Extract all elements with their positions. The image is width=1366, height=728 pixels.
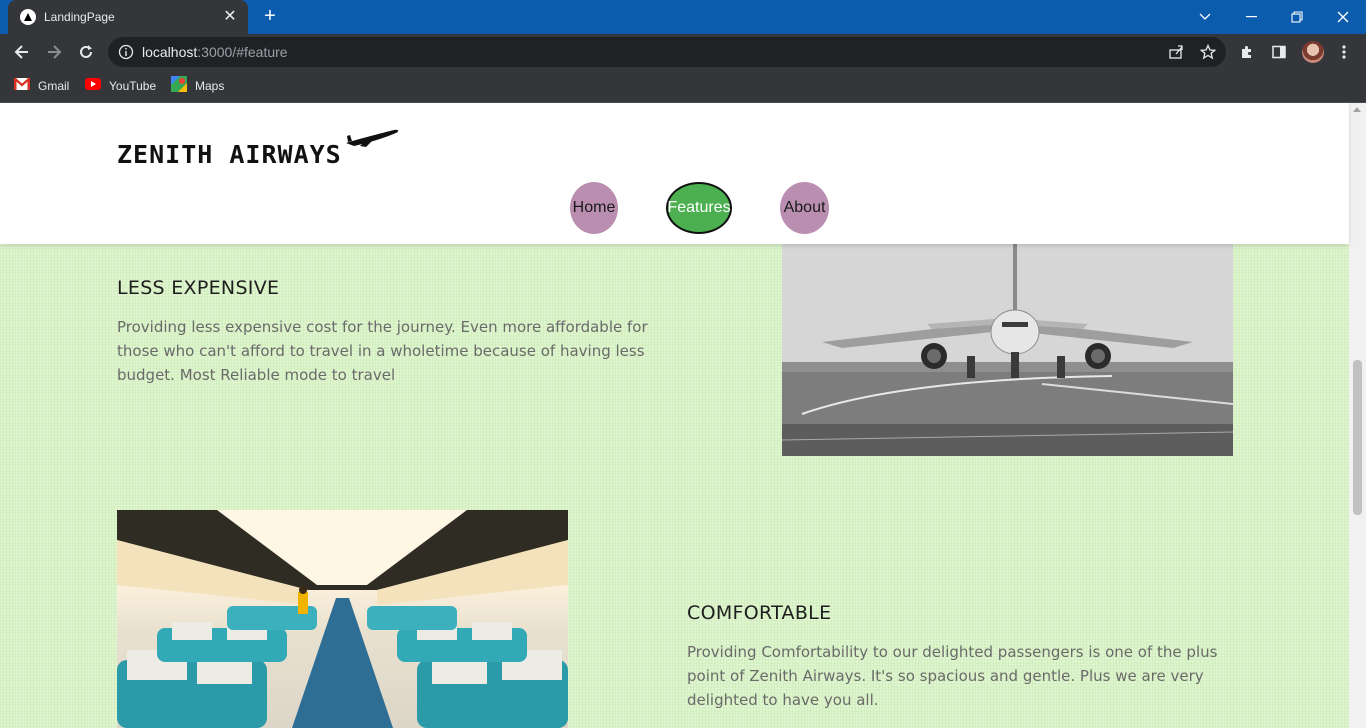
- tab-title: LandingPage: [44, 10, 115, 24]
- site-info-icon[interactable]: [118, 44, 134, 60]
- site-header: ZENITH AIRWAYS Home Features About: [0, 103, 1349, 244]
- back-arrow-icon[interactable]: [10, 40, 34, 64]
- bookmarks-bar: Gmail YouTube Maps: [0, 70, 1366, 103]
- bookmark-maps[interactable]: Maps: [171, 75, 224, 97]
- reload-icon[interactable]: [74, 40, 98, 64]
- feature-heading: COMFORTABLE: [687, 602, 832, 624]
- gmail-icon: [13, 77, 31, 95]
- menu-kebab-icon[interactable]: [1334, 42, 1354, 62]
- site-logo[interactable]: ZENITH AIRWAYS: [117, 140, 342, 169]
- close-window-icon[interactable]: [1320, 0, 1366, 34]
- aircraft-cabin-interior-photo: [117, 510, 568, 728]
- feature-heading: LESS EXPENSIVE: [117, 277, 280, 299]
- restore-icon[interactable]: [1274, 0, 1320, 34]
- side-panel-icon[interactable]: [1269, 42, 1289, 62]
- feature-description: Providing Comfortability to our delighte…: [687, 643, 1218, 709]
- browser-tab[interactable]: LandingPage ✕: [8, 0, 248, 34]
- scrollbar-thumb[interactable]: [1353, 360, 1362, 515]
- nav-home-link[interactable]: Home: [570, 182, 618, 234]
- airplane-logo-icon: [346, 129, 399, 147]
- page-scrollbar[interactable]: [1349, 103, 1366, 728]
- profile-avatar[interactable]: [1302, 41, 1324, 63]
- nav-about-link[interactable]: About: [780, 182, 829, 234]
- browser-toolbar: localhost:3000/#feature: [0, 34, 1366, 70]
- tab-search-chevron-icon[interactable]: [1182, 0, 1228, 34]
- bookmark-gmail[interactable]: Gmail: [13, 77, 69, 95]
- bookmark-youtube[interactable]: YouTube: [85, 77, 156, 95]
- address-bar[interactable]: localhost:3000/#feature: [108, 37, 1226, 67]
- page-viewport: LESS EXPENSIVE Providing less expensive …: [0, 103, 1366, 728]
- extensions-puzzle-icon[interactable]: [1237, 42, 1257, 62]
- share-icon[interactable]: [1167, 43, 1185, 61]
- bookmark-star-icon[interactable]: [1199, 43, 1217, 61]
- scroll-up-arrow-icon[interactable]: [1353, 107, 1361, 112]
- minimize-icon[interactable]: [1228, 0, 1274, 34]
- new-tab-button[interactable]: +: [258, 6, 282, 28]
- youtube-icon: [85, 77, 101, 95]
- nextjs-favicon-icon: [20, 9, 36, 25]
- browser-titlebar: LandingPage ✕ +: [0, 0, 1366, 34]
- url-text: localhost:3000/#feature: [142, 44, 288, 60]
- feature-description: Providing less expensive cost for the jo…: [117, 318, 648, 384]
- nav-features-link[interactable]: Features: [666, 182, 732, 234]
- tab-close-icon[interactable]: ✕: [222, 9, 238, 25]
- airplane-on-runway-photo: [782, 244, 1233, 456]
- maps-icon: [171, 75, 187, 97]
- forward-arrow-icon[interactable]: [42, 40, 66, 64]
